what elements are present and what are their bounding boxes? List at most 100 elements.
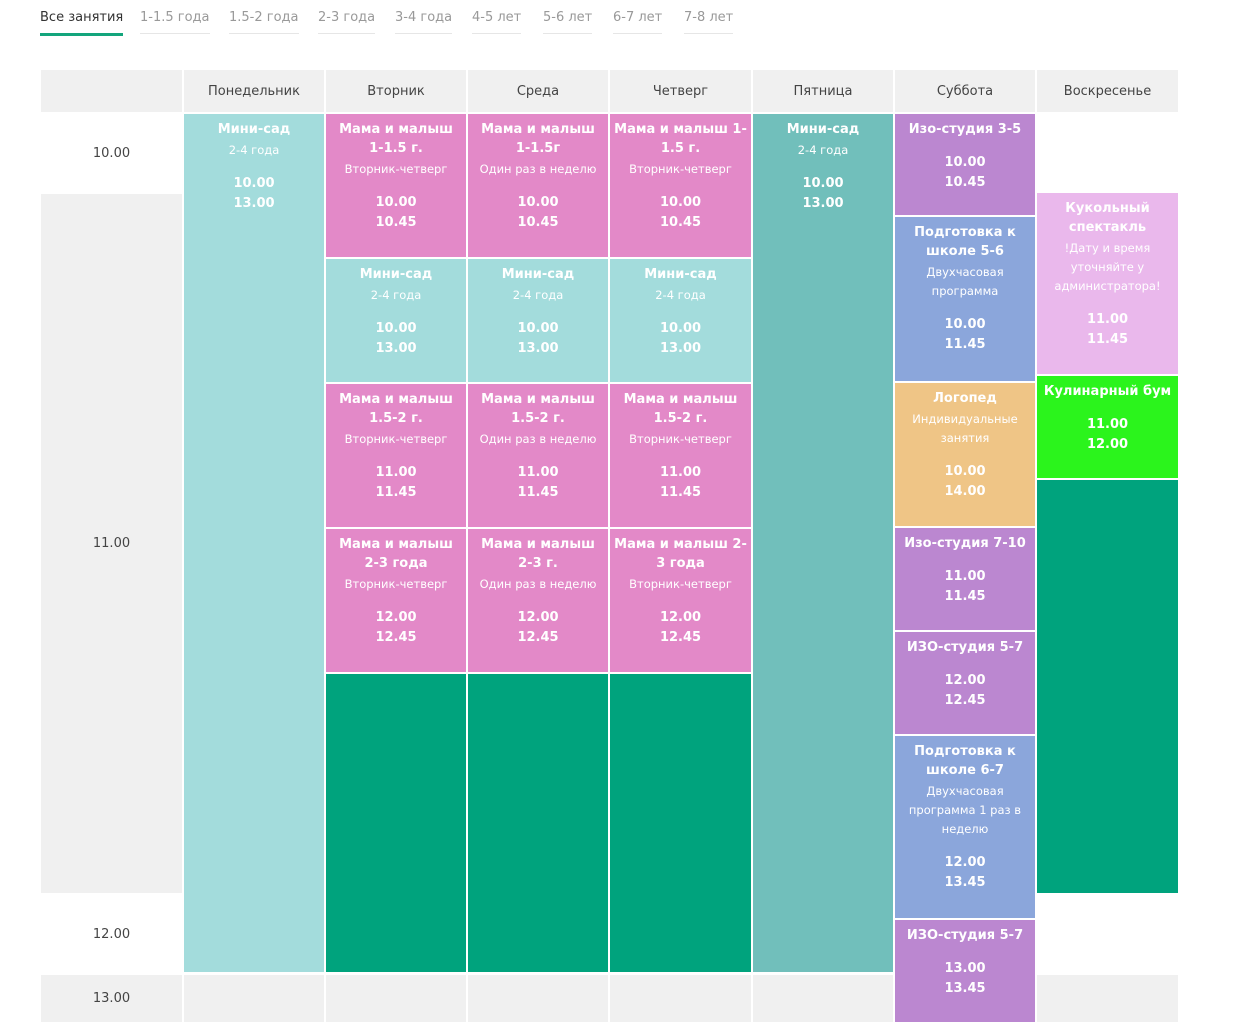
tab-1-5-2[interactable]: 1.5-2 года [229, 10, 299, 34]
event-sat-logoped[interactable]: Логопед Индивидуальные занятия 10.00 14.0… [895, 383, 1035, 526]
event-end: 12.45 [375, 630, 417, 645]
event-title: ИЗО-студия 5-7 [906, 640, 1024, 655]
event-start: 10.00 [517, 321, 559, 336]
event-title: Изо-студия 7-10 [904, 536, 1026, 551]
event-start: 10.00 [802, 176, 844, 191]
event-title: Мини-сад [786, 122, 860, 137]
event-start: 11.00 [944, 569, 986, 584]
event-end: 11.45 [517, 485, 559, 500]
event-thu-mama-1[interactable]: Мама и малыш 1-1.5 г. Вторник-четверг 10… [610, 114, 751, 257]
event-end: 12.45 [517, 630, 559, 645]
event-subtitle: Вторник-четверг [629, 432, 732, 446]
empty-slot-fill [468, 674, 608, 972]
event-tue-minisad[interactable]: Мини-сад 2-4 года 10.00 13.00 [326, 259, 466, 382]
event-start: 10.00 [517, 195, 559, 210]
event-thu-mama-2[interactable]: Мама и малыш 2-3 года Вторник-четверг 12… [610, 529, 751, 672]
event-tue-mama-2[interactable]: Мама и малыш 2-3 года Вторник-четверг 12… [326, 529, 466, 672]
event-subtitle: Вторник-четверг [344, 162, 448, 176]
event-subtitle: Вторник-четверг [629, 162, 732, 176]
event-wed-mama-1[interactable]: Мама и малыш 1-1.5г Один раз в неделю 10… [468, 114, 608, 257]
day-header-tue: Вторник [326, 70, 466, 112]
event-subtitle: !Дату и время уточняйте у администратора… [1054, 241, 1161, 293]
tab-1-1-5[interactable]: 1-1.5 года [140, 10, 210, 34]
event-end: 13.00 [659, 341, 702, 356]
event-title: Мини-сад [644, 267, 717, 282]
event-title: Мама и малыш 1.5-2 г. [481, 392, 595, 426]
event-title: Мама и малыш 1-1.5г [481, 122, 595, 156]
event-title: Мама и малыш 2-3 г. [481, 537, 595, 571]
event-subtitle: Один раз в неделю [479, 162, 597, 176]
day-header-mon: Понедельник [184, 70, 324, 112]
event-start: 11.00 [517, 465, 559, 480]
event-start: 11.00 [1086, 417, 1129, 432]
tab-7-8[interactable]: 7-8 лет [684, 10, 734, 34]
event-sun-kukolny[interactable]: Кукольный спектакль !Дату и время уточня… [1037, 193, 1178, 374]
event-tue-mama-1[interactable]: Мама и малыш 1-1.5 г. Вторник-четверг 10… [326, 114, 466, 257]
event-start: 12.00 [659, 610, 702, 625]
tab-6-7[interactable]: 6-7 лет [613, 10, 663, 34]
event-tue-mama-15[interactable]: Мама и малыш 1.5-2 г. Вторник-четверг 11… [326, 384, 466, 527]
event-sun-kulinar[interactable]: Кулинарный бум 11.00 12.00 [1037, 376, 1178, 478]
event-subtitle: Один раз в неделю [479, 432, 597, 446]
empty-cell [468, 975, 608, 1022]
event-end: 11.45 [375, 485, 417, 500]
event-subtitle: 2-4 года [228, 143, 280, 157]
event-subtitle: Вторник-четверг [344, 577, 448, 591]
event-sat-podgotovka-5-6[interactable]: Подготовка к школе 5-6 Двухчасовая прогр… [895, 217, 1035, 381]
event-sat-izo-3-5[interactable]: Изо-студия 3-5 10.00 10.45 [895, 114, 1035, 215]
day-header-sat: Суббота [895, 70, 1035, 112]
event-start: 10.00 [233, 176, 275, 191]
event-title: Логопед [933, 391, 997, 406]
event-sat-izo-5-7[interactable]: ИЗО-студия 5-7 12.00 12.45 [895, 632, 1035, 734]
event-start: 11.00 [659, 465, 702, 480]
event-end: 11.45 [944, 337, 986, 352]
empty-slot-fill [326, 674, 466, 972]
event-start: 11.00 [375, 465, 417, 480]
day-header-thu: Четверг [610, 70, 751, 112]
event-end: 13.00 [517, 341, 559, 356]
empty-cell [184, 975, 324, 1022]
event-start: 10.00 [944, 464, 986, 479]
day-header-fri: Пятница [753, 70, 893, 112]
event-thu-mama-15[interactable]: Мама и малыш 1.5-2 г. Вторник-четверг 11… [610, 384, 751, 527]
event-end: 12.00 [1086, 437, 1129, 452]
event-end: 13.45 [944, 875, 986, 890]
tab-4-5[interactable]: 4-5 лет [472, 10, 522, 34]
event-start: 10.00 [375, 195, 417, 210]
tab-3-4[interactable]: 3-4 года [395, 10, 453, 34]
event-title: Подготовка к школе 5-6 [914, 225, 1016, 259]
empty-cell [1037, 975, 1178, 1022]
event-subtitle: Вторник-четверг [629, 577, 732, 591]
tab-2-3[interactable]: 2-3 года [318, 10, 376, 34]
event-title: ИЗО-студия 5-7 [906, 928, 1024, 943]
event-sat-izo-7-10[interactable]: Изо-студия 7-10 11.00 11.45 [895, 528, 1035, 630]
event-fri-minisad[interactable]: Мини-сад 2-4 года 10.00 13.00 [753, 114, 893, 972]
event-start: 12.00 [517, 610, 559, 625]
event-end: 12.45 [659, 630, 702, 645]
event-thu-minisad[interactable]: Мини-сад 2-4 года 10.00 13.00 [610, 259, 751, 382]
event-end: 13.00 [802, 196, 844, 211]
event-title: Кукольный спектакль [1065, 201, 1150, 235]
event-sat-podgotovka-6-7[interactable]: Подготовка к школе 6-7 Двухчасовая прогр… [895, 736, 1035, 918]
event-sat-izo-5-7-late[interactable]: ИЗО-студия 5-7 13.00 13.45 [895, 920, 1035, 1022]
event-end: 11.45 [659, 485, 702, 500]
event-subtitle: Двухчасовая программа [926, 265, 1004, 298]
time-label-12: 12.00 [41, 895, 182, 973]
event-subtitle: Вторник-четверг [344, 432, 448, 446]
event-start: 13.00 [944, 961, 986, 976]
event-mon-minisad[interactable]: Мини-сад 2-4 года 10.00 13.00 [184, 114, 324, 972]
event-wed-mama-2[interactable]: Мама и малыш 2-3 г. Один раз в неделю 12… [468, 529, 608, 672]
event-subtitle: 2-4 года [512, 288, 564, 302]
event-title: Кулинарный бум [1043, 384, 1172, 399]
empty-cell [753, 975, 893, 1022]
tab-5-6[interactable]: 5-6 лет [543, 10, 593, 34]
time-label-10: 10.00 [41, 114, 182, 192]
event-end: 10.45 [375, 215, 417, 230]
event-wed-mama-15[interactable]: Мама и малыш 1.5-2 г. Один раз в неделю … [468, 384, 608, 527]
event-start: 11.00 [1086, 312, 1129, 327]
tab-all[interactable]: Все занятия [40, 10, 124, 36]
event-end: 13.45 [944, 981, 986, 996]
event-wed-minisad[interactable]: Мини-сад 2-4 года 10.00 13.00 [468, 259, 608, 382]
empty-cell [610, 975, 751, 1022]
event-start: 10.00 [659, 195, 702, 210]
